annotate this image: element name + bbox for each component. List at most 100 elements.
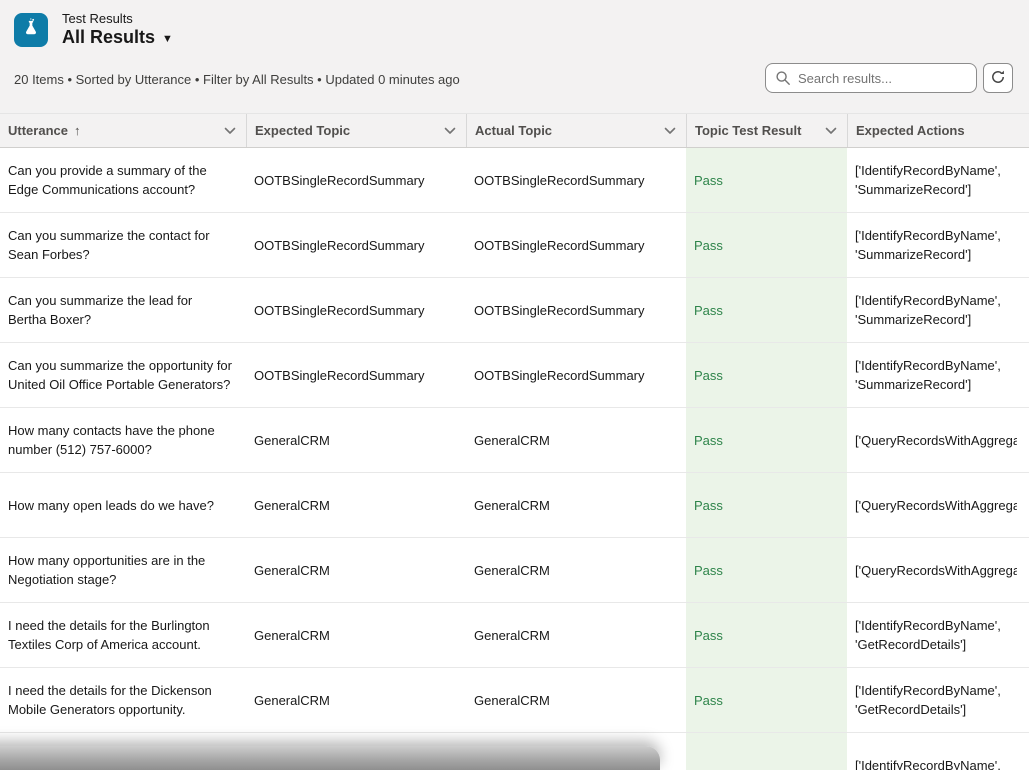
entity-label: Test Results: [62, 11, 173, 27]
table-row: How many contacts have the phone number …: [0, 408, 1029, 473]
cell-text: OOTBSingleRecordSummary: [474, 301, 645, 320]
cell-utterance: How many open leads do we have?: [0, 473, 246, 537]
cell-text: GeneralCRM: [254, 691, 330, 710]
cell-result: Pass: [686, 278, 847, 342]
caret-down-icon: ▼: [162, 33, 173, 45]
cell-text: GeneralCRM: [474, 626, 550, 645]
table-body: Can you provide a summary of the Edge Co…: [0, 148, 1029, 770]
cell-result: Pass: [686, 668, 847, 732]
cell-utterance: How many contacts have the phone number …: [0, 408, 246, 472]
cell-text: How many contacts have the phone number …: [8, 421, 234, 459]
cell-result: Pass: [686, 538, 847, 602]
cell-text: How many opportunities are in the Negoti…: [8, 551, 234, 589]
chevron-down-icon[interactable]: [664, 123, 676, 138]
cell-text: I need the details for the Dickenson Mob…: [8, 681, 234, 719]
chevron-down-icon[interactable]: [825, 123, 837, 138]
cell-actual-topic: GeneralCRM: [466, 473, 686, 537]
cell-text: Can you summarize the contact for Sean F…: [8, 226, 234, 264]
cell-expected-actions: ['IdentifyRecordByName', 'GetRecordDetai…: [847, 668, 1029, 732]
table-row: I need the details for the Burlington Te…: [0, 603, 1029, 668]
cell-expected-actions: ['IdentifyRecordByName', 'SummarizeRecor…: [847, 343, 1029, 407]
cell-text: OOTBSingleRecordSummary: [474, 236, 645, 255]
cell-text: Pass: [694, 496, 723, 515]
cell-utterance: Can you summarize the contact for Sean F…: [0, 213, 246, 277]
table-row: I need the details for the Dickenson Mob…: [0, 668, 1029, 733]
cell-actual-topic: GeneralCRM: [466, 603, 686, 667]
cell-text: Pass: [694, 626, 723, 645]
cell-expected-topic: OOTBSingleRecordSummary: [246, 213, 466, 277]
cell-text: Pass: [694, 301, 723, 320]
cell-expected-topic: GeneralCRM: [246, 603, 466, 667]
cell-actual-topic: OOTBSingleRecordSummary: [466, 213, 686, 277]
cell-text: ['IdentifyRecordByName', 'SummarizeRecor…: [855, 161, 1017, 199]
cell-text: Pass: [694, 366, 723, 385]
page-header: Test Results All Results ▼ 20 Items • So…: [0, 0, 1029, 113]
search-box: [765, 63, 977, 93]
cell-text: Pass: [694, 561, 723, 580]
cell-actual-topic: OOTBSingleRecordSummary: [466, 278, 686, 342]
cell-expected-topic: GeneralCRM: [246, 473, 466, 537]
column-header-expected-topic[interactable]: Expected Topic: [246, 114, 466, 147]
cell-utterance: How many opportunities are in the Negoti…: [0, 538, 246, 602]
table-row: How many open leads do we have? GeneralCR…: [0, 473, 1029, 538]
cell-text: Pass: [694, 431, 723, 450]
table-row: Can you provide a summary of the Edge Co…: [0, 148, 1029, 213]
test-results-object-icon: [14, 13, 48, 47]
cell-result: Pass: [686, 408, 847, 472]
cell-text: Can you summarize the opportunity for Un…: [8, 356, 234, 394]
cell-expected-actions: ['QueryRecordsWithAggrega: [847, 538, 1029, 602]
column-header-actual-topic[interactable]: Actual Topic: [466, 114, 686, 147]
cell-expected-actions: ['IdentifyRecordByName', 'GetRecordDetai…: [847, 603, 1029, 667]
cell-text: Pass: [694, 236, 723, 255]
cell-actual-topic: GeneralCRM: [466, 668, 686, 732]
cell-expected-topic: GeneralCRM: [246, 668, 466, 732]
cell-expected-topic: GeneralCRM: [246, 538, 466, 602]
cell-text: ['IdentifyRecordByName', 'GetRecordDetai…: [855, 681, 1017, 719]
cell-text: Can you summarize the lead for Bertha Bo…: [8, 291, 234, 329]
table-row: Can you summarize the opportunity for Un…: [0, 343, 1029, 408]
cell-expected-actions: ['IdentifyRecordByName',: [847, 733, 1029, 770]
cell-text: ['QueryRecordsWithAggrega: [855, 431, 1017, 450]
cell-text: OOTBSingleRecordSummary: [474, 366, 645, 385]
refresh-icon: [990, 69, 1006, 88]
cell-text: Pass: [694, 171, 723, 190]
refresh-button[interactable]: [983, 63, 1013, 93]
list-view-selector[interactable]: All Results ▼: [62, 27, 173, 48]
chevron-down-icon[interactable]: [444, 123, 456, 138]
cell-text: ['IdentifyRecordByName', 'SummarizeRecor…: [855, 291, 1017, 329]
cell-actual-topic: OOTBSingleRecordSummary: [466, 148, 686, 212]
cell-text: GeneralCRM: [254, 496, 330, 515]
docked-panel-edge[interactable]: [0, 746, 660, 770]
cell-text: GeneralCRM: [474, 496, 550, 515]
cell-actual-topic: GeneralCRM: [466, 408, 686, 472]
cell-result: [686, 733, 847, 770]
search-input[interactable]: [765, 63, 977, 93]
cell-utterance: I need the details for the Burlington Te…: [0, 603, 246, 667]
chevron-down-icon[interactable]: [224, 123, 236, 138]
sort-ascending-icon: ↑: [74, 123, 81, 138]
table-row: How many opportunities are in the Negoti…: [0, 538, 1029, 603]
cell-expected-actions: ['QueryRecordsWithAggrega: [847, 408, 1029, 472]
cell-text: GeneralCRM: [254, 431, 330, 450]
column-header-utterance[interactable]: Utterance↑: [0, 114, 246, 147]
column-header-topic-test-result[interactable]: Topic Test Result: [686, 114, 847, 147]
table-header-row: Utterance↑Expected Topic Actual Topic Topi…: [0, 113, 1029, 148]
test-results-table: Utterance↑Expected Topic Actual Topic Topi…: [0, 113, 1029, 770]
column-label: Actual Topic: [475, 123, 552, 138]
cell-utterance: I need the details for the Dickenson Mob…: [0, 668, 246, 732]
cell-result: Pass: [686, 148, 847, 212]
cell-text: OOTBSingleRecordSummary: [474, 171, 645, 190]
cell-expected-topic: OOTBSingleRecordSummary: [246, 148, 466, 212]
cell-text: OOTBSingleRecordSummary: [254, 301, 425, 320]
cell-text: GeneralCRM: [254, 561, 330, 580]
cell-text: I need the details for the Burlington Te…: [8, 616, 234, 654]
cell-expected-topic: GeneralCRM: [246, 408, 466, 472]
cell-text: How many open leads do we have?: [8, 496, 214, 515]
cell-text: OOTBSingleRecordSummary: [254, 171, 425, 190]
cell-text: ['IdentifyRecordByName', 'SummarizeRecor…: [855, 356, 1017, 394]
cell-expected-actions: ['IdentifyRecordByName', 'SummarizeRecor…: [847, 278, 1029, 342]
cell-text: OOTBSingleRecordSummary: [254, 366, 425, 385]
cell-result: Pass: [686, 343, 847, 407]
column-header-expected-actions[interactable]: Expected Actions: [847, 114, 1029, 147]
cell-actual-topic: GeneralCRM: [466, 538, 686, 602]
